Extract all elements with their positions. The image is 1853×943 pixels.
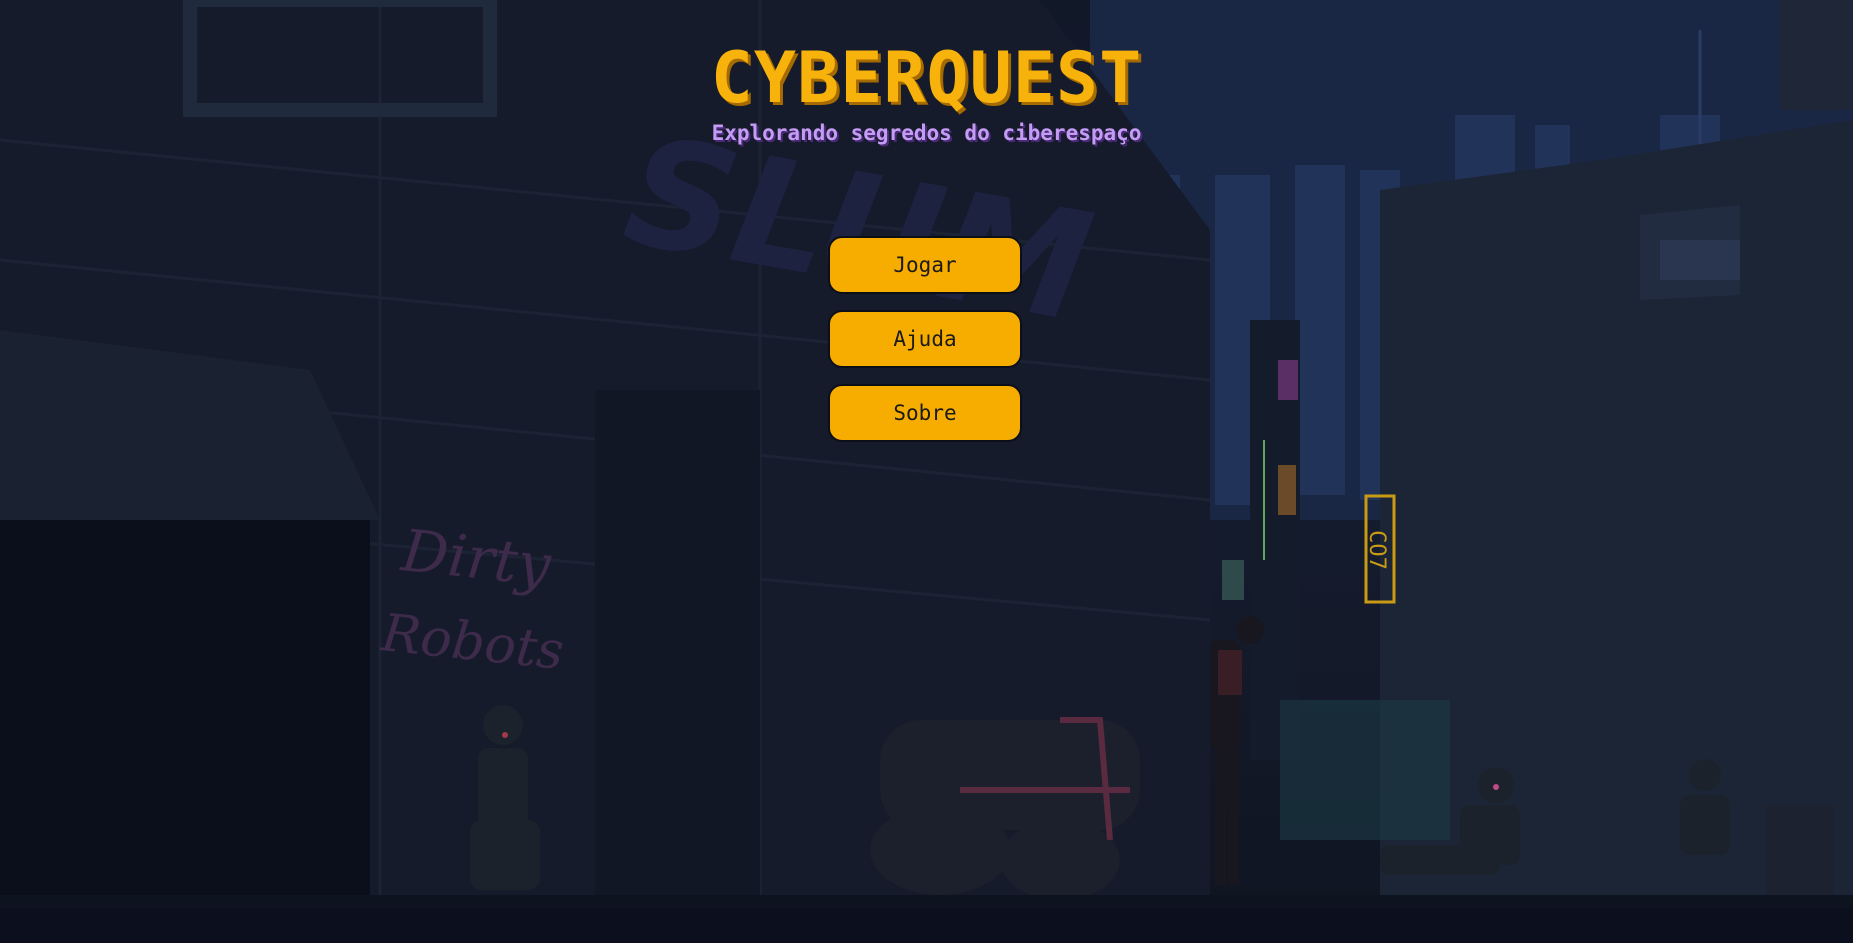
about-button[interactable]: Sobre xyxy=(828,384,1022,442)
help-button[interactable]: Ajuda xyxy=(828,310,1022,368)
game-subtitle: Explorando segredos do ciberespaço xyxy=(711,121,1142,145)
game-title: CYBERQUEST xyxy=(710,37,1143,119)
play-button[interactable]: Jogar xyxy=(828,236,1022,294)
title-area: CYBERQUEST Explorando segredos do cibere… xyxy=(0,38,1853,146)
neon-sign-text: CO7 xyxy=(1364,530,1389,570)
main-menu: Jogar Ajuda Sobre xyxy=(828,236,1022,458)
floor-strip xyxy=(0,908,1853,943)
